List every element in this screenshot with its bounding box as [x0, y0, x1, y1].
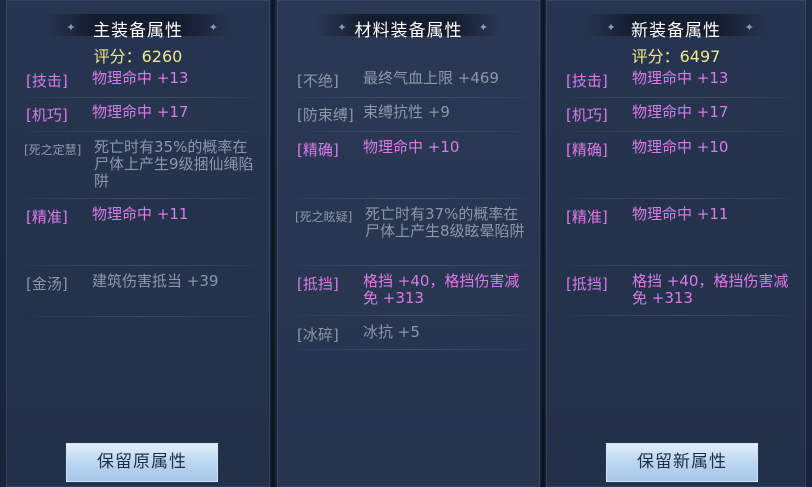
new-equipment-panel: ✦ 新装备属性 ✦ 评分：6497 [技击] 物理命中 +13 [机巧] 物理命…: [546, 0, 806, 487]
attr-tag: [抵挡]: [297, 275, 339, 293]
row-divider: [564, 131, 796, 132]
attr-tag: [精准]: [26, 208, 68, 226]
attr-row: [精确] 物理命中 +10: [564, 139, 796, 199]
keep-original-button[interactable]: 保留原属性: [66, 443, 218, 482]
panel-divider: [541, 0, 545, 487]
attr-tag: [精确]: [566, 141, 608, 159]
attr-row: [不绝] 最终气血上限 +469: [295, 70, 530, 100]
attr-row: [技击] 物理命中 +13: [24, 70, 260, 100]
attr-value: 物理命中 +10: [363, 138, 460, 156]
panel-title: 新装备属性: [631, 21, 721, 41]
attr-tag: [精准]: [566, 208, 608, 226]
row-divider: [24, 316, 260, 317]
row-divider: [564, 198, 796, 199]
attr-value: 死亡时有37%的概率在尸体上产生8级眩晕陷阱: [365, 205, 525, 240]
attr-tag: [机巧]: [26, 106, 68, 124]
main-equipment-panel: ✦ 主装备属性 ✦ 评分：6260 [技击] 物理命中 +13 [机巧] 物理命…: [6, 0, 270, 487]
attr-tag: [死之定慧]: [24, 143, 82, 157]
attr-row: [冰碎] 冰抗 +5: [295, 324, 530, 354]
attr-tag: [金汤]: [26, 275, 68, 293]
attr-row: [死之定慧] 死亡时有35%的概率在尸体上产生9级捆仙绳陷阱: [24, 139, 260, 199]
ornament-icon: ✦: [208, 21, 218, 34]
panel-header: ✦ 材料装备属性 ✦: [277, 8, 540, 41]
attr-row: [抵挡] 格挡 +40，格挡伤害减免 +313: [295, 273, 530, 317]
attr-value: 格挡 +40，格挡伤害减免 +313: [363, 272, 520, 307]
attr-row: [死之眩疑] 死亡时有37%的概率在尸体上产生8级眩晕陷阱: [295, 206, 530, 266]
attr-tag: [抵挡]: [566, 275, 608, 293]
row-divider: [24, 97, 260, 98]
attr-value: 最终气血上限 +469: [363, 69, 499, 87]
attr-tag: [技击]: [26, 72, 68, 90]
attr-value: 物理命中 +11: [92, 205, 189, 223]
attr-row: [技击] 物理命中 +13: [564, 70, 796, 100]
panel-title: 主装备属性: [93, 21, 183, 41]
ornament-icon: ✦: [478, 21, 488, 34]
attr-value: 物理命中 +11: [632, 205, 729, 223]
attr-value: 物理命中 +13: [632, 69, 729, 87]
keep-new-button[interactable]: 保留新属性: [606, 443, 758, 482]
attr-tag: [机巧]: [566, 106, 608, 124]
attr-row: [抵挡] 格挡 +40，格挡伤害减免 +313: [564, 273, 796, 317]
attr-value: 物理命中 +10: [632, 138, 729, 156]
equipment-score: 评分：6497: [631, 47, 721, 66]
panel-header: ✦ 主装备属性 ✦: [6, 8, 270, 41]
row-divider: [295, 198, 530, 199]
panel-divider: [271, 0, 275, 487]
attr-tag: [冰碎]: [297, 326, 339, 344]
panel-header: ✦ 新装备属性 ✦: [546, 8, 806, 41]
attr-tag: [技击]: [566, 72, 608, 90]
attr-tag: [死之眩疑]: [295, 210, 353, 224]
ornament-icon: ✦: [337, 21, 347, 34]
material-equipment-panel: ✦ 材料装备属性 ✦ [不绝] 最终气血上限 +469 [防束缚] 束缚抗性 +…: [277, 0, 540, 487]
attr-value: 物理命中 +17: [92, 103, 189, 121]
ornament-icon: ✦: [606, 21, 616, 34]
row-divider: [564, 315, 796, 316]
attr-row: [机巧] 物理命中 +17: [24, 104, 260, 134]
row-divider: [24, 198, 260, 199]
row-divider: [295, 265, 530, 266]
attr-tag: [防束缚]: [297, 106, 354, 124]
attr-row: [防束缚] 束缚抗性 +9: [295, 104, 530, 134]
attr-row: [精准] 物理命中 +11: [564, 206, 796, 266]
row-divider: [295, 349, 530, 350]
equipment-compare-dialog: ✦ 主装备属性 ✦ 评分：6260 [技击] 物理命中 +13 [机巧] 物理命…: [0, 0, 812, 487]
ornament-icon: ✦: [744, 21, 754, 34]
row-divider: [24, 131, 260, 132]
attr-value: 束缚抗性 +9: [363, 103, 450, 121]
attr-tag: [不绝]: [297, 72, 339, 90]
row-divider: [564, 97, 796, 98]
panel-title: 材料装备属性: [354, 21, 463, 41]
equipment-score: 评分：6260: [93, 47, 183, 66]
attr-tag: [精确]: [297, 141, 339, 159]
attr-value: 物理命中 +13: [92, 69, 189, 87]
attr-value: 死亡时有35%的概率在尸体上产生9级捆仙绳陷阱: [94, 138, 254, 190]
attr-value: 冰抗 +5: [363, 323, 420, 341]
row-divider: [564, 265, 796, 266]
attr-row: [机巧] 物理命中 +17: [564, 104, 796, 134]
attr-value: 建筑伤害抵当 +39: [92, 272, 219, 290]
attr-row: [金汤] 建筑伤害抵当 +39: [24, 273, 260, 323]
ornament-icon: ✦: [66, 21, 76, 34]
row-divider: [295, 97, 530, 98]
attr-row: [精准] 物理命中 +11: [24, 206, 260, 266]
attr-value: 格挡 +40，格挡伤害减免 +313: [632, 272, 789, 307]
attr-value: 物理命中 +17: [632, 103, 729, 121]
row-divider: [295, 131, 530, 132]
row-divider: [295, 315, 530, 316]
attr-row: [精确] 物理命中 +10: [295, 139, 530, 199]
row-divider: [24, 265, 260, 266]
